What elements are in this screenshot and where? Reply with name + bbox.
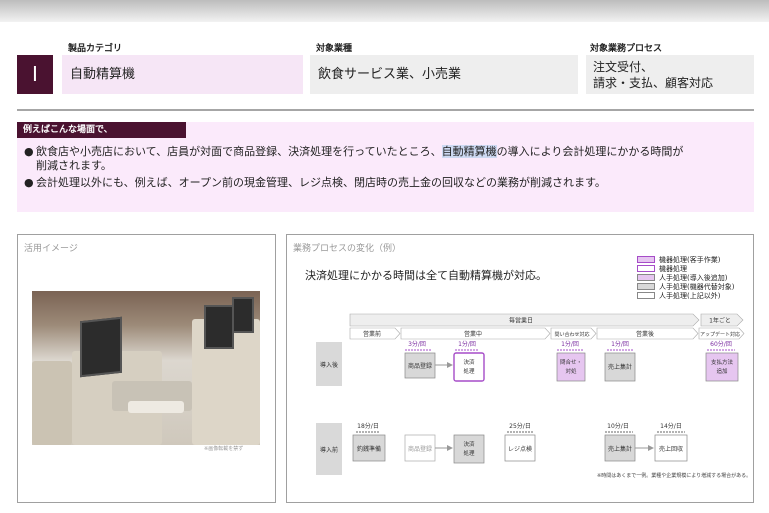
- bullet-2: ● 会計処理以外にも、例えば、オープン前の現金管理、レジ点検、閉店時の売上金の回収…: [24, 176, 754, 190]
- industry-label: 対象業種: [316, 44, 353, 54]
- svg-text:追加: 追加: [716, 367, 727, 375]
- bullet-1: ● 飲食店や小売店において、店員が対面で商品登録、決済処理を行っていたところ、自動…: [24, 145, 754, 173]
- time-label: 3分/回: [408, 340, 426, 348]
- industry-value: 飲食サービス業、小売業: [310, 55, 578, 94]
- example-tab: 例えばこんな場面で、: [17, 122, 186, 138]
- bullet-1-post: の導入により会計処理にかかる時間が: [496, 145, 684, 158]
- process-value-line2: 請求・支払、顧客対応: [593, 76, 714, 90]
- step-box: 売上集計: [608, 363, 632, 371]
- legend-item: 人手処理(導入後追加): [637, 274, 727, 283]
- legend-item: 機器処理: [637, 265, 687, 274]
- time-label: 1分/回: [458, 340, 476, 348]
- top-banner: [0, 0, 769, 22]
- svg-text:処理: 処理: [463, 367, 475, 375]
- time-label: 60分/回: [710, 340, 732, 348]
- bullet-2-text: 会計処理以外にも、例えば、オープン前の現金管理、レジ点検、閉店時の売上金の回収な…: [36, 176, 606, 189]
- legend-item: 機器処理(客手作業): [637, 256, 720, 265]
- phase-label: アップデート対応: [700, 331, 740, 338]
- yearly-label: 1年ごと: [709, 317, 731, 325]
- category-number: I: [17, 55, 53, 94]
- process-label: 対象業務プロセス: [590, 44, 663, 54]
- bullet-1-pre: 飲食店や小売店において、店員が対面で商品登録、決済処理を行っていたところ、: [36, 145, 442, 158]
- category-label: 製品カテゴリ: [68, 44, 123, 54]
- svg-text:処理: 処理: [463, 449, 475, 457]
- svg-text:決済: 決済: [463, 440, 475, 448]
- process-panel-title: 業務プロセスの変化（例）: [293, 244, 402, 254]
- step-box: 商品登録: [408, 362, 432, 370]
- section-divider: [17, 109, 754, 111]
- svg-text:支払方法: 支払方法: [711, 358, 734, 366]
- process-value: 注文受付、 請求・支払、顧客対応: [586, 55, 754, 94]
- after-row-label: 導入後: [320, 361, 338, 369]
- legend-item: 人手処理(機器代替対象): [637, 283, 734, 292]
- bullet-dot: ●: [24, 176, 34, 189]
- process-flow-diagram: 毎営業日 1年ごと 営業前 営業中 問い合わせ対応 営業後 アップデート対応 導…: [316, 313, 745, 475]
- svg-text:決済: 決済: [463, 358, 475, 366]
- legend-item: 人手処理(上記以外): [637, 292, 720, 301]
- step-box: 売上回収: [659, 445, 683, 453]
- step-box: 釣銭準備: [357, 445, 381, 453]
- time-label: 25分/日: [509, 422, 531, 430]
- photo-caption: ※画像転載を禁ず: [204, 446, 244, 452]
- process-caption: 決済処理にかかる時間は全て自動精算機が対応。: [305, 269, 547, 282]
- business-day-label: 毎営業日: [509, 317, 533, 325]
- time-label: 1分/回: [611, 340, 629, 348]
- svg-text:問合せ・: 問合せ・: [560, 358, 582, 366]
- bullet-1-highlight: 自動精算機: [441, 145, 497, 158]
- bullet-1-line2: 削減されます。: [36, 159, 112, 172]
- category-value: 自動精算機: [62, 55, 303, 94]
- phase-label: 営業前: [363, 330, 381, 338]
- usage-panel-title: 活用イメージ: [24, 244, 78, 254]
- phase-label: 営業後: [636, 330, 654, 338]
- bullet-dot: ●: [24, 145, 34, 158]
- time-label: 18分/日: [357, 422, 379, 430]
- time-label: 10分/日: [607, 422, 629, 430]
- step-box: 売上集計: [608, 445, 632, 453]
- step-box: レジ点検: [508, 445, 532, 453]
- process-value-line1: 注文受付、: [593, 60, 654, 74]
- step-box: 商品登録: [408, 445, 432, 453]
- footnote: ※時間はあくまで一例。業種や企業規模により増減する場合がある。: [597, 473, 752, 479]
- before-row-label: 導入前: [320, 446, 338, 454]
- kiosk-photo: [32, 291, 260, 445]
- svg-text:対処: 対処: [565, 367, 577, 375]
- phase-label: 問い合わせ対応: [554, 331, 589, 338]
- phase-label: 営業中: [464, 330, 482, 338]
- time-label: 1分/回: [561, 340, 579, 348]
- time-label: 14分/日: [660, 422, 682, 430]
